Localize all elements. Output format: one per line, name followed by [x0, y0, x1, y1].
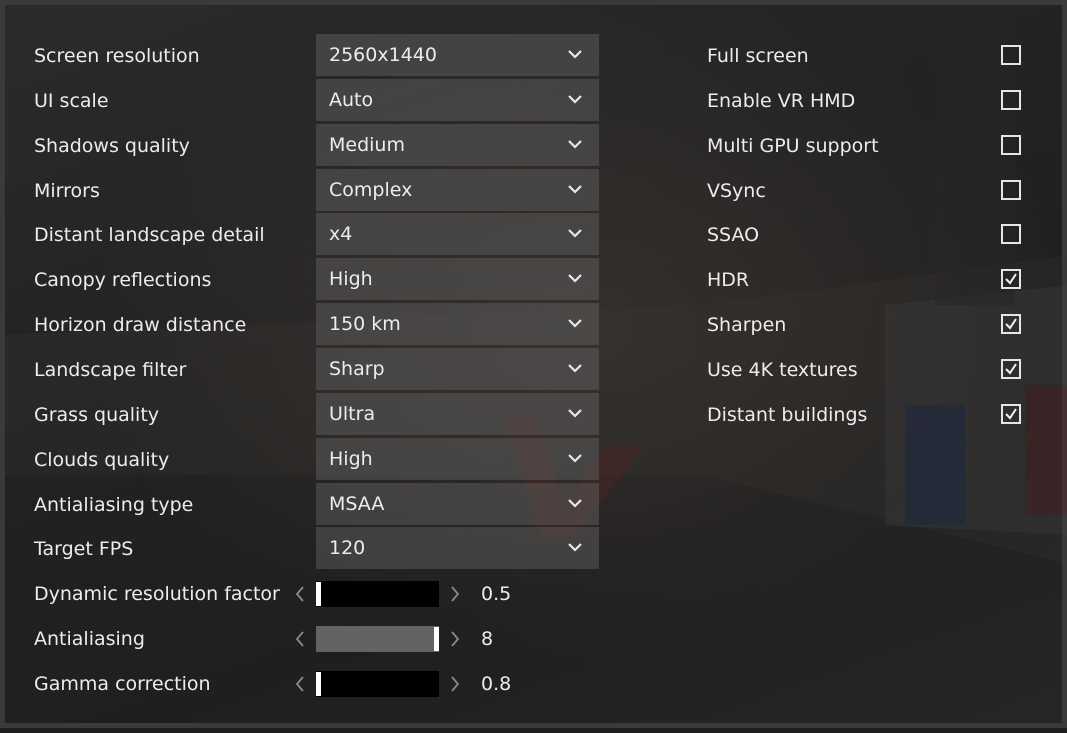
dropdown-value: High: [329, 448, 373, 470]
label-canopy-reflections: Canopy reflections: [34, 269, 212, 291]
label-sharpen: Sharpen: [707, 314, 787, 336]
label-distant-landscape-detail: Distant landscape detail: [34, 224, 265, 246]
dropdown-value: 150 km: [329, 313, 401, 335]
clouds-quality-dropdown[interactable]: High: [316, 438, 599, 480]
label-use-4k-textures: Use 4K textures: [707, 359, 858, 381]
sharpen-checkbox[interactable]: [1001, 314, 1021, 334]
dropdown-value: Complex: [329, 179, 413, 201]
full-screen-checkbox[interactable]: [1001, 45, 1021, 65]
checkmark-icon: [1005, 408, 1017, 420]
chevron-left-icon[interactable]: [294, 630, 306, 648]
slider-thumb[interactable]: [434, 627, 439, 651]
slider-value: 0.5: [481, 583, 512, 605]
mirrors-dropdown[interactable]: Complex: [316, 169, 599, 211]
target-fps-dropdown[interactable]: 120: [316, 527, 599, 569]
landscape-filter-dropdown[interactable]: Sharp: [316, 348, 599, 390]
vsync-checkbox[interactable]: [1001, 180, 1021, 200]
distant-landscape-detail-dropdown[interactable]: x4: [316, 213, 599, 255]
slider-thumb[interactable]: [316, 672, 321, 696]
horizon-draw-distance-dropdown[interactable]: 150 km: [316, 303, 599, 345]
dropdown-value: Sharp: [329, 358, 385, 380]
chevron-left-icon[interactable]: [294, 585, 306, 603]
chevron-down-icon: [568, 409, 582, 418]
dropdown-value: Medium: [329, 134, 405, 156]
label-ui-scale: UI scale: [34, 90, 109, 112]
antialiasing-type-dropdown[interactable]: MSAA: [316, 483, 599, 525]
dropdown-value: 120: [329, 537, 366, 559]
label-ssao: SSAO: [707, 224, 760, 246]
label-antialiasing-type: Antialiasing type: [34, 494, 194, 516]
label-enable-vr-hmd: Enable VR HMD: [707, 90, 856, 112]
shadows-quality-dropdown[interactable]: Medium: [316, 124, 599, 166]
dropdown-value: 2560x1440: [329, 44, 437, 66]
dropdown-value: Ultra: [329, 403, 376, 425]
chevron-down-icon: [568, 274, 582, 283]
label-landscape-filter: Landscape filter: [34, 359, 187, 381]
label-grass-quality: Grass quality: [34, 404, 160, 426]
chevron-left-icon[interactable]: [294, 675, 306, 693]
label-antialiasing: Antialiasing: [34, 628, 145, 650]
canopy-reflections-dropdown[interactable]: High: [316, 258, 599, 300]
chevron-down-icon: [568, 454, 582, 463]
ssao-checkbox[interactable]: [1001, 224, 1021, 244]
chevron-down-icon: [568, 543, 582, 552]
label-screen-resolution: Screen resolution: [34, 45, 200, 67]
label-shadows-quality: Shadows quality: [34, 135, 190, 157]
checkmark-icon: [1005, 318, 1017, 330]
label-multi-gpu-support: Multi GPU support: [707, 135, 879, 157]
dropdown-value: Auto: [329, 89, 374, 111]
chevron-right-icon[interactable]: [449, 585, 461, 603]
label-hdr: HDR: [707, 269, 750, 291]
chevron-right-icon[interactable]: [449, 630, 461, 648]
label-vsync: VSync: [707, 180, 766, 202]
screen-resolution-dropdown[interactable]: 2560x1440: [316, 34, 599, 76]
label-dynamic-resolution-factor: Dynamic resolution factor: [34, 583, 280, 605]
chevron-down-icon: [568, 140, 582, 149]
distant-buildings-checkbox[interactable]: [1001, 404, 1021, 424]
label-distant-buildings: Distant buildings: [707, 404, 868, 426]
slider-fill: [316, 626, 439, 652]
ui-scale-dropdown[interactable]: Auto: [316, 79, 599, 121]
label-full-screen: Full screen: [707, 45, 809, 67]
chevron-right-icon[interactable]: [449, 675, 461, 693]
graphics-settings-panel: Screen resolution UI scale Shadows quali…: [0, 0, 1067, 728]
dropdown-value: MSAA: [329, 493, 385, 515]
chevron-down-icon: [568, 95, 582, 104]
hdr-checkbox[interactable]: [1001, 269, 1021, 289]
label-mirrors: Mirrors: [34, 180, 100, 202]
slider-thumb[interactable]: [316, 582, 321, 606]
dropdown-value: High: [329, 268, 373, 290]
grass-quality-dropdown[interactable]: Ultra: [316, 393, 599, 435]
gamma-correction-slider[interactable]: [316, 671, 439, 697]
label-gamma-correction: Gamma correction: [34, 673, 211, 695]
enable-vr-hmd-checkbox[interactable]: [1001, 90, 1021, 110]
chevron-down-icon: [568, 185, 582, 194]
chevron-down-icon: [568, 50, 582, 59]
label-target-fps: Target FPS: [34, 538, 134, 560]
use-4k-textures-checkbox[interactable]: [1001, 359, 1021, 379]
antialiasing-slider[interactable]: [316, 626, 439, 652]
dropdown-value: x4: [329, 223, 353, 245]
slider-value: 0.8: [481, 673, 512, 695]
chevron-down-icon: [568, 499, 582, 508]
checkmark-icon: [1005, 363, 1017, 375]
chevron-down-icon: [568, 229, 582, 238]
dynamic-resolution-factor-slider[interactable]: [316, 581, 439, 607]
chevron-down-icon: [568, 319, 582, 328]
slider-value: 8: [481, 628, 494, 650]
checkmark-icon: [1005, 273, 1017, 285]
label-clouds-quality: Clouds quality: [34, 449, 170, 471]
label-horizon-draw-distance: Horizon draw distance: [34, 314, 247, 336]
chevron-down-icon: [568, 364, 582, 373]
multi-gpu-support-checkbox[interactable]: [1001, 135, 1021, 155]
